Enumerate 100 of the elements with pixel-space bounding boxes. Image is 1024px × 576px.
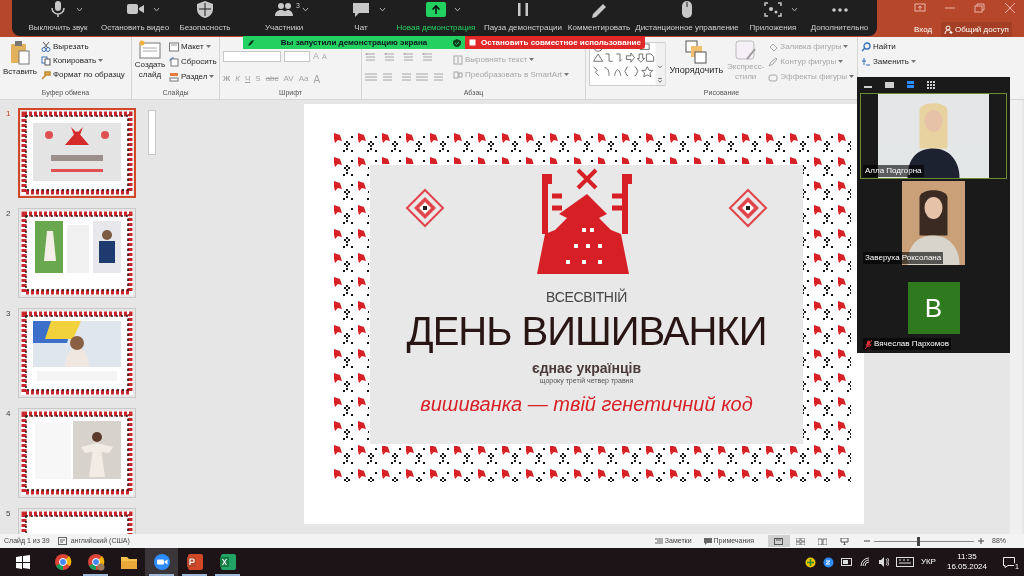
scrollbar-thumb[interactable] bbox=[148, 110, 156, 155]
caret-icon bbox=[843, 45, 849, 48]
speaker-icon[interactable] bbox=[877, 557, 889, 567]
slide-sun-icon bbox=[138, 40, 162, 60]
people-icon bbox=[273, 0, 295, 19]
ribbon-button[interactable]: Заменить bbox=[861, 55, 916, 68]
slide-slogan: вишиванка — твій генетичний код bbox=[420, 392, 753, 417]
battery-icon[interactable] bbox=[840, 558, 853, 566]
clock[interactable]: 11:35 16.05.2024 bbox=[942, 552, 991, 572]
caret-icon bbox=[209, 75, 215, 78]
copy-icon bbox=[41, 55, 51, 66]
caret-icon bbox=[564, 73, 570, 76]
sign-in-link[interactable]: Вход bbox=[914, 24, 933, 36]
font-size-field[interactable] bbox=[284, 51, 310, 63]
comment-icon bbox=[703, 537, 712, 545]
person-add-icon bbox=[944, 25, 953, 34]
font-name-field[interactable] bbox=[223, 51, 281, 63]
text-align-icon bbox=[453, 54, 463, 65]
caret-icon bbox=[98, 59, 104, 62]
scissors-icon bbox=[41, 41, 51, 52]
toolbar-button[interactable]: Остановить видео bbox=[98, 0, 172, 36]
present-icon[interactable] bbox=[914, 3, 926, 13]
stop-sharing-button[interactable]: Остановить совместное использование bbox=[465, 36, 645, 49]
toolbar-button[interactable]: Дистанционное управление bbox=[632, 0, 742, 36]
slide-number: 2 bbox=[6, 208, 12, 220]
caret-icon bbox=[379, 7, 386, 12]
strip-view-icon[interactable] bbox=[905, 80, 916, 90]
chrome-icon bbox=[86, 553, 105, 571]
stop-icon bbox=[469, 39, 476, 46]
toolbar-button[interactable]: Выключить звук bbox=[18, 0, 98, 36]
pen-outline-icon bbox=[768, 56, 779, 67]
style-brush-icon bbox=[734, 40, 757, 62]
windows-logo-icon[interactable] bbox=[16, 555, 30, 569]
paint-bucket-icon bbox=[768, 41, 779, 52]
ribbon-button[interactable]: Формат по образцу bbox=[41, 68, 125, 81]
caret-icon bbox=[910, 60, 916, 63]
caret-icon bbox=[76, 7, 83, 12]
speaker-view-icon[interactable] bbox=[884, 80, 895, 90]
ribbon-button[interactable]: Найти bbox=[861, 40, 916, 53]
chrome-icon bbox=[53, 553, 72, 571]
slide-number: 5 bbox=[6, 508, 12, 520]
view-button[interactable] bbox=[768, 535, 790, 547]
notification-icon bbox=[1003, 556, 1015, 568]
toolbar-button[interactable]: Комментировать bbox=[566, 0, 632, 36]
diamond-ornament-icon bbox=[728, 188, 768, 228]
zoom-tray-icon[interactable] bbox=[822, 556, 834, 568]
reset-icon bbox=[169, 56, 179, 67]
clipboard-icon bbox=[9, 40, 31, 66]
arrange-button[interactable]: Упорядочить bbox=[669, 40, 724, 78]
avatar: B bbox=[907, 282, 960, 334]
shape-effects-icon bbox=[768, 71, 779, 82]
toolbar-button[interactable]: Дополнительно bbox=[804, 0, 875, 36]
paste-button[interactable]: Вставить bbox=[3, 40, 37, 78]
participant-name: Заверуха Роксолана bbox=[865, 252, 942, 264]
new-slide-button[interactable]: Создать слайд bbox=[135, 40, 165, 80]
slide-overline: ВСЕСВІТНІЙ bbox=[546, 287, 627, 307]
search-icon bbox=[861, 41, 871, 52]
gallery-view-icon[interactable] bbox=[926, 80, 937, 90]
caret-icon bbox=[205, 45, 211, 48]
leaf-icon bbox=[247, 38, 255, 47]
reading-view-icon bbox=[818, 537, 828, 545]
spellcheck-icon[interactable] bbox=[57, 537, 67, 545]
caret-icon bbox=[302, 7, 309, 12]
slideshow-icon bbox=[840, 537, 850, 545]
close-icon[interactable] bbox=[1004, 3, 1016, 13]
toolbar-button[interactable]: Приложения bbox=[742, 0, 804, 36]
banner-message: Вы запустили демонстрацию экрана bbox=[280, 36, 428, 49]
slide-sorter-icon bbox=[796, 537, 806, 545]
toolbar-button[interactable]: Чат bbox=[330, 0, 392, 36]
toolbar-button[interactable]: Новая демонстрация bbox=[392, 0, 480, 36]
notes-icon bbox=[654, 537, 663, 545]
keyboard-icon[interactable] bbox=[895, 557, 914, 567]
slide-number: 1 bbox=[6, 108, 12, 120]
participant-name: Вячеслав Пархомов bbox=[874, 338, 949, 350]
caret-icon bbox=[838, 60, 844, 63]
section-icon bbox=[169, 71, 179, 82]
taskbar-app[interactable] bbox=[145, 548, 178, 576]
tray-app-icon[interactable] bbox=[804, 556, 816, 568]
slide-title: ДЕНЬ ВИШИВАНКИ bbox=[406, 308, 767, 354]
ribbon-button[interactable]: Копировать bbox=[41, 54, 125, 67]
ribbon-button[interactable]: Сбросить bbox=[169, 55, 217, 68]
slide-tagline: єднає українців bbox=[531, 360, 642, 376]
zoom-in-icon[interactable] bbox=[978, 538, 984, 544]
caret-icon bbox=[454, 7, 461, 12]
chat-bubble-icon bbox=[350, 0, 372, 19]
share-button[interactable]: Общий доступ bbox=[941, 22, 1012, 37]
slide-number: 3 bbox=[6, 308, 12, 320]
slider-thumb[interactable] bbox=[917, 536, 921, 546]
input-language[interactable]: УКР bbox=[920, 556, 936, 568]
ribbon-button[interactable]: Вырезать bbox=[41, 40, 125, 53]
ribbon-button[interactable]: Раздел bbox=[169, 70, 217, 83]
arrange-icon bbox=[685, 40, 708, 64]
diamond-ornament-icon bbox=[405, 188, 445, 228]
toolbar-button[interactable]: Пауза демонстрации bbox=[480, 0, 566, 36]
paintbrush-icon bbox=[41, 69, 51, 80]
ribbon-button[interactable]: Макет bbox=[169, 40, 217, 53]
toolbar-button[interactable]: Безопасность bbox=[172, 0, 238, 36]
caret-icon bbox=[791, 7, 798, 12]
normal-view-icon bbox=[774, 537, 784, 545]
wifi-icon[interactable] bbox=[859, 557, 871, 567]
